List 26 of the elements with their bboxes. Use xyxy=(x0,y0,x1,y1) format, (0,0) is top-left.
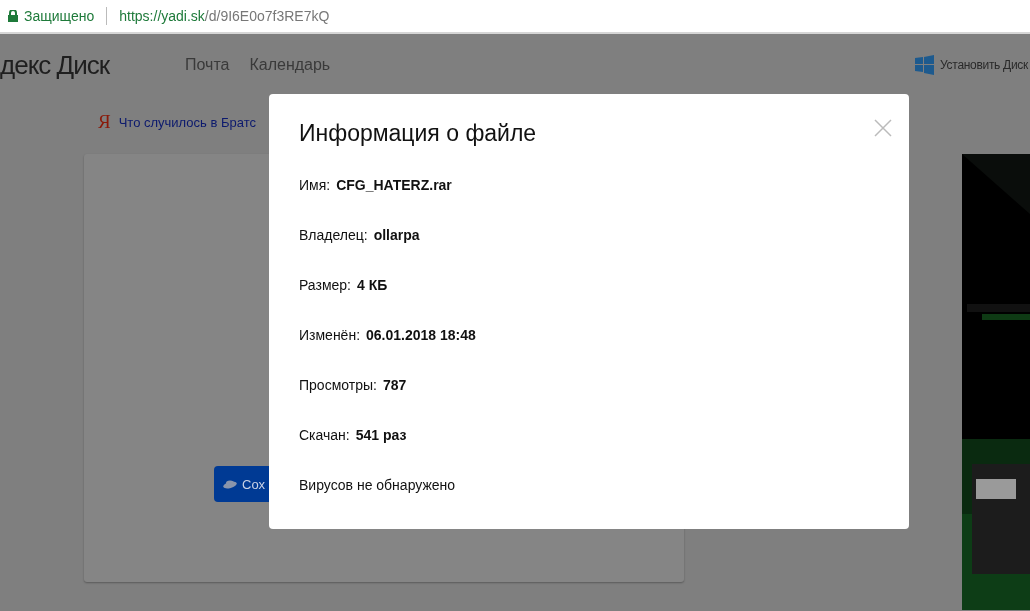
field-label: Имя: xyxy=(299,177,331,193)
close-icon[interactable] xyxy=(873,118,893,138)
field-value: ollarpa xyxy=(373,227,420,243)
field-value: 541 раз xyxy=(355,427,407,443)
address-field[interactable]: https://yadi.sk/d/9I6E0o7f3RE7kQ xyxy=(119,8,330,24)
dialog-title: Информация о файле xyxy=(299,122,538,144)
field-value: CFG_HATERZ.rar xyxy=(336,177,452,193)
field-label: Изменён: xyxy=(299,327,361,343)
field-label: Скачан: xyxy=(299,427,350,443)
field-value: 06.01.2018 18:48 xyxy=(366,327,476,343)
yandex-mark: Я xyxy=(98,111,111,133)
install-link[interactable]: Установить Диск xyxy=(940,58,1028,72)
nav-link[interactable]: Календарь xyxy=(249,56,331,74)
saucer-icon xyxy=(222,479,238,489)
field-label: Размер: xyxy=(299,277,351,293)
windows-icon xyxy=(914,55,936,75)
field-value: 787 xyxy=(382,377,407,393)
virus-status: Вирусов не обнаружено xyxy=(299,477,457,493)
logo[interactable]: декс Диск xyxy=(0,49,185,81)
field-value: 4 КБ xyxy=(357,277,388,293)
secure-label: Защищено xyxy=(24,8,95,24)
news-link[interactable]: Что случилось в Братс xyxy=(118,114,256,130)
lock-icon xyxy=(8,10,18,22)
nav-link[interactable]: Почта xyxy=(185,56,230,74)
field-label: Просмотры: xyxy=(299,377,377,393)
field-label: Владелец: xyxy=(299,227,368,243)
